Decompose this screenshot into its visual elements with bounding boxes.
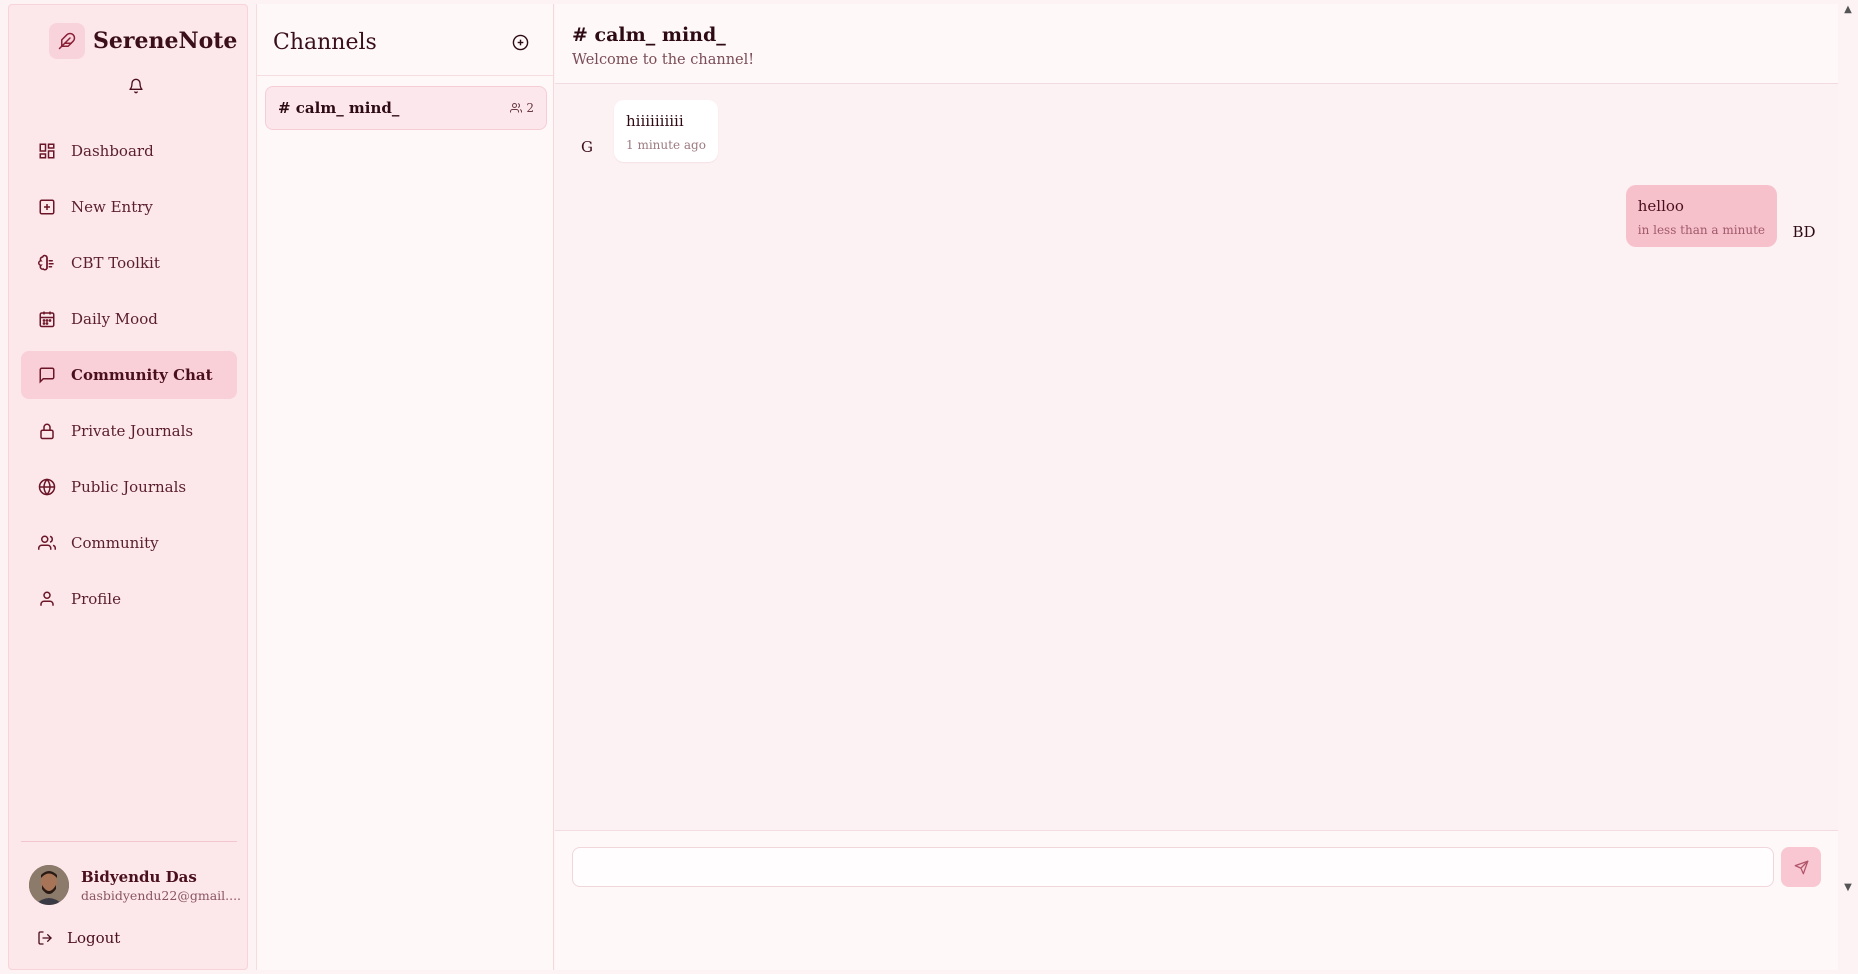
sidebar-item-label: Profile xyxy=(71,590,121,608)
message-text: helloo xyxy=(1637,197,1684,215)
user-icon xyxy=(37,589,57,609)
sidebar-item-public-journals[interactable]: Public Journals xyxy=(21,463,237,511)
sidebar-item-cbt-toolkit[interactable]: CBT Toolkit xyxy=(21,239,237,287)
app-root: SereneNote Dashboard New Entry CBT Toolk… xyxy=(0,0,1858,974)
user-email: dasbidyendu22@gmail.... xyxy=(81,887,242,903)
scroll-up-arrow-icon[interactable]: ▲ xyxy=(1842,4,1854,16)
notifications-bell-icon[interactable] xyxy=(119,69,153,103)
sidebar-item-community[interactable]: Community xyxy=(21,519,237,567)
channel-name: # calm_ mind_ xyxy=(278,99,400,117)
app-name: SereneNote xyxy=(93,28,238,54)
sender-avatar: BD xyxy=(1792,223,1816,241)
lock-icon xyxy=(37,421,57,441)
sidebar-item-label: CBT Toolkit xyxy=(71,254,160,272)
sidebar-item-label: Community Chat xyxy=(71,366,213,384)
message-text: hiiiiiiiiii xyxy=(626,112,684,130)
chat-title: # calm_ mind_ xyxy=(572,24,726,46)
channels-header: Channels xyxy=(257,4,553,76)
member-count: 2 xyxy=(526,101,534,115)
brand[interactable]: SereneNote xyxy=(49,21,237,61)
globe-icon xyxy=(37,477,57,497)
plus-square-icon xyxy=(37,197,57,217)
sidebar-item-label: New Entry xyxy=(71,198,153,216)
add-channel-button[interactable] xyxy=(507,29,533,55)
sidebar-item-label: Community xyxy=(71,534,159,552)
plus-circle-icon xyxy=(512,34,528,50)
channel-member-count: 2 xyxy=(510,101,534,115)
sidebar: SereneNote Dashboard New Entry CBT Toolk… xyxy=(8,4,248,970)
message-composer xyxy=(555,830,1838,970)
message-bubble: helloo in less than a minute xyxy=(1625,185,1777,247)
brain-icon xyxy=(37,253,57,273)
users-icon xyxy=(510,103,523,113)
sidebar-item-community-chat[interactable]: Community Chat xyxy=(21,351,237,399)
message-bubble: hiiiiiiiiii 1 minute ago xyxy=(614,100,718,162)
send-icon xyxy=(1794,860,1808,874)
sidebar-item-label: Dashboard xyxy=(71,142,154,160)
sidebar-item-private-journals[interactable]: Private Journals xyxy=(21,407,237,455)
sidebar-item-dashboard[interactable]: Dashboard xyxy=(21,127,237,175)
chat-panel: # calm_ mind_ Welcome to the channel! G … xyxy=(555,4,1838,970)
logout-icon xyxy=(37,930,53,946)
message-outgoing: helloo in less than a minute BD xyxy=(1625,185,1821,247)
feather-logo-icon xyxy=(49,23,85,59)
message-time: 1 minute ago xyxy=(626,138,706,152)
chat-subtitle: Welcome to the channel! xyxy=(572,52,755,68)
sidebar-item-label: Daily Mood xyxy=(71,310,158,328)
sidebar-item-daily-mood[interactable]: Daily Mood xyxy=(21,295,237,343)
sidebar-item-new-entry[interactable]: New Entry xyxy=(21,183,237,231)
channels-title: Channels xyxy=(273,30,377,55)
sidebar-item-label: Private Journals xyxy=(71,422,194,440)
page-scrollbar[interactable]: ▲ ▼ xyxy=(1838,0,1858,974)
channel-item[interactable]: # calm_ mind_ 2 xyxy=(265,86,547,130)
message-time: in less than a minute xyxy=(1637,223,1765,237)
avatar xyxy=(29,865,69,905)
sender-avatar: G xyxy=(581,138,593,156)
user-name: Bidyendu Das xyxy=(81,867,197,886)
chat-header: # calm_ mind_ Welcome to the channel! xyxy=(555,4,1838,84)
calendar-icon xyxy=(37,309,57,329)
sidebar-nav: Dashboard New Entry CBT Toolkit Daily Mo… xyxy=(21,127,237,631)
channels-panel: Channels # calm_ mind_ 2 xyxy=(256,4,554,970)
user-card[interactable]: Bidyendu Das dasbidyendu22@gmail.... xyxy=(29,865,241,905)
logout-button[interactable]: Logout xyxy=(37,929,120,947)
message-incoming: G hiiiiiiiiii 1 minute ago xyxy=(572,100,718,162)
logout-label: Logout xyxy=(67,929,121,947)
send-button[interactable] xyxy=(1781,847,1821,887)
users-icon xyxy=(37,533,57,553)
scroll-down-arrow-icon[interactable]: ▼ xyxy=(1842,882,1854,894)
dashboard-icon xyxy=(37,141,57,161)
sidebar-divider xyxy=(21,841,237,842)
message-list[interactable]: G hiiiiiiiiii 1 minute ago helloo in les… xyxy=(555,84,1838,830)
message-input[interactable] xyxy=(572,847,1774,887)
sidebar-item-label: Public Journals xyxy=(71,478,187,496)
sidebar-item-profile[interactable]: Profile xyxy=(21,575,237,623)
chat-icon xyxy=(37,365,57,385)
